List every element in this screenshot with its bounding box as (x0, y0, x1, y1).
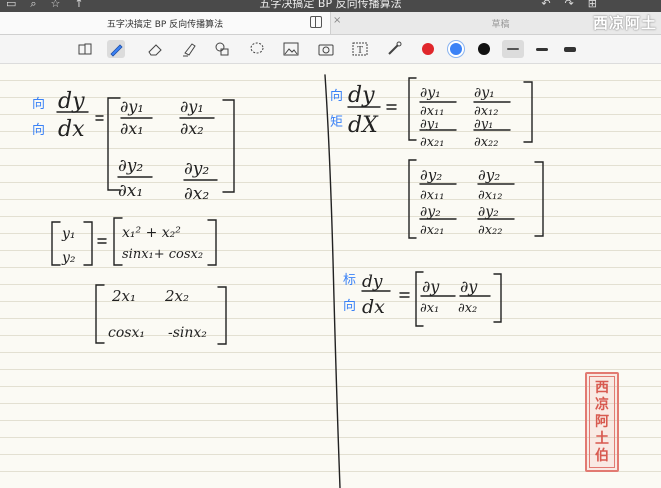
bracket-right (523, 81, 533, 143)
bracket-left (408, 77, 417, 141)
svg-text:∂x₁: ∂x₁ (420, 301, 439, 316)
bracket-right (83, 221, 93, 266)
note-blue-1: 向 (32, 96, 45, 112)
svg-text:-sinx₂: -sinx₂ (168, 325, 207, 341)
svg-text:x₁² + x₂²: x₁² + x₂² (122, 225, 181, 241)
note-blue-6: 向 (343, 298, 356, 314)
svg-text:∂y: ∂y (460, 277, 478, 296)
svg-text:dy: dy (58, 89, 85, 114)
svg-text:∂y₂: ∂y₂ (420, 166, 442, 184)
svg-text:dy: dy (348, 83, 375, 108)
seal-char-2: 凉 (595, 396, 609, 413)
svg-text:2x₂: 2x₂ (164, 287, 189, 305)
svg-text:y₁: y₁ (61, 226, 76, 242)
svg-text:dX: dX (348, 113, 379, 138)
bracket-right (207, 219, 217, 266)
svg-text:∂x₂₂: ∂x₂₂ (478, 223, 502, 238)
svg-text:2x₁: 2x₁ (111, 287, 136, 305)
svg-text:∂y₁: ∂y₁ (474, 85, 495, 101)
svg-text:∂x₁₁: ∂x₁₁ (420, 188, 444, 203)
svg-text:∂y: ∂y (422, 277, 440, 296)
svg-text:∂x₁: ∂x₁ (120, 119, 144, 138)
bracket-left (107, 97, 121, 191)
svg-text:∂x₂: ∂x₂ (458, 301, 477, 316)
svg-text:∂y₂: ∂y₂ (184, 159, 209, 179)
svg-text:∂y₂: ∂y₂ (420, 204, 441, 220)
svg-text:dy: dy (362, 272, 383, 292)
note-blue-3: 向 (330, 88, 343, 104)
bracket-left (95, 284, 105, 344)
svg-text:∂x₂₁: ∂x₂₁ (420, 135, 444, 150)
svg-text:∂y₁: ∂y₁ (180, 97, 204, 116)
svg-text:∂y₁: ∂y₁ (420, 85, 441, 101)
svg-text:∂y₂: ∂y₂ (478, 204, 499, 220)
svg-text:∂x₁₂: ∂x₁₂ (478, 188, 502, 203)
note-blue-2: 向 (32, 122, 45, 138)
bracket-right (534, 161, 544, 237)
bracket-left (113, 217, 123, 266)
seal-char-5: 伯 (595, 447, 609, 464)
note-blue-4: 矩 (330, 115, 343, 130)
svg-text:∂x₂: ∂x₂ (184, 184, 209, 204)
seal-char-4: 土 (595, 430, 609, 447)
svg-text:∂y₂: ∂y₂ (478, 166, 500, 184)
bracket-left (51, 221, 61, 266)
bracket-left (408, 159, 417, 239)
svg-text:∂x₂₁: ∂x₂₁ (420, 223, 444, 238)
svg-text:∂y₁: ∂y₁ (420, 117, 439, 132)
svg-text:∂y₂: ∂y₂ (118, 156, 143, 176)
svg-text:y₂: y₂ (61, 250, 76, 266)
bracket-right (493, 273, 502, 323)
bracket-right (217, 286, 227, 345)
svg-text:∂x₁: ∂x₁ (118, 181, 143, 201)
handwriting-layer: dy dx ∂y₁ ∂x₁ ∂y₁ ∂x₂ ∂y₂ ∂x₁ ∂y₂ ∂x₂ y₁… (32, 74, 544, 488)
note-blue-5: 标 (343, 273, 356, 288)
svg-text:dx: dx (362, 296, 385, 318)
svg-text:∂y₁: ∂y₁ (474, 117, 493, 132)
column-divider (324, 74, 341, 488)
svg-text:dx: dx (58, 117, 85, 142)
svg-text:∂x₂: ∂x₂ (180, 119, 204, 138)
svg-text:∂x₂₂: ∂x₂₂ (474, 135, 498, 150)
bracket-right (222, 99, 235, 193)
svg-text:∂y₁: ∂y₁ (120, 97, 144, 116)
svg-text:sinx₁+ cosx₂: sinx₁+ cosx₂ (122, 247, 203, 262)
seal-char-3: 阿 (595, 413, 609, 430)
seal-char-1: 西 (595, 379, 609, 396)
seal-stamp: 西 凉 阿 土 伯 (585, 372, 619, 472)
svg-text:cosx₁: cosx₁ (108, 325, 145, 341)
